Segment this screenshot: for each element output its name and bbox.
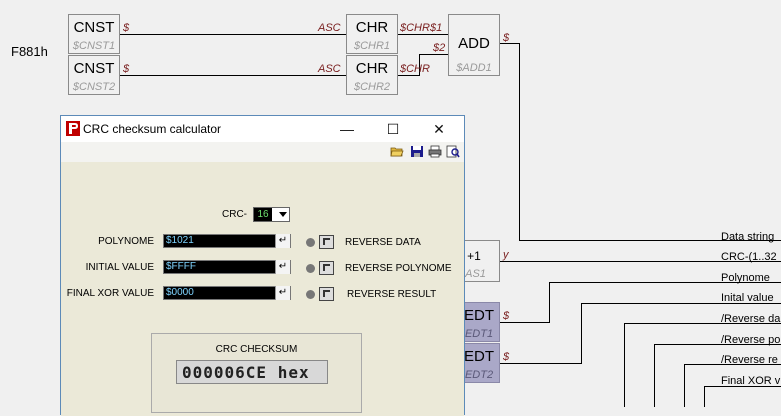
- close-button[interactable]: ✕: [416, 116, 462, 142]
- block-name: EDT: [464, 348, 494, 365]
- input-label: CRC-(1..32: [721, 251, 777, 263]
- print-icon[interactable]: [428, 145, 442, 158]
- polynome-label: POLYNOME: [98, 236, 154, 247]
- crc-label: CRC-: [222, 209, 247, 220]
- port-label: $: [503, 351, 510, 363]
- block-instance: $ADD1: [456, 62, 492, 74]
- block-instance: EDT2: [464, 369, 494, 381]
- port-label: $: [503, 32, 510, 44]
- polynome-field[interactable]: $1021 ↵: [163, 234, 291, 248]
- enter-icon[interactable]: ↵: [275, 286, 290, 300]
- window-title: CRC checksum calculator: [83, 122, 222, 136]
- wire: [624, 323, 625, 407]
- final-xor-field[interactable]: $0000 ↵: [163, 286, 291, 300]
- block-name: CHR: [355, 19, 389, 36]
- toolbar: [61, 142, 464, 163]
- port-label: $CHR$1: [400, 22, 443, 34]
- port-label: $: [123, 22, 130, 34]
- input-label: /Reverse re: [721, 354, 778, 366]
- initial-value-label: INITIAL VALUE: [85, 262, 154, 273]
- wire: [398, 34, 448, 35]
- crc-width-select[interactable]: 16: [253, 207, 290, 222]
- port-label: ASC: [318, 63, 341, 75]
- reverse-result-checkbox[interactable]: [319, 287, 334, 301]
- maximize-button[interactable]: ☐: [370, 116, 416, 142]
- wire: [500, 322, 550, 323]
- reverse-polynome-label: REVERSE POLYNOME: [345, 263, 452, 274]
- block-name: ADD: [458, 35, 490, 52]
- block-instance: $CNST2: [72, 81, 116, 93]
- checksum-display: 000006CE hex: [176, 360, 328, 384]
- input-label: Data string: [721, 231, 775, 243]
- block-instance: $CHR2: [353, 81, 391, 93]
- chr2-block[interactable]: CHR $CHR2: [346, 55, 398, 95]
- crc-calculator-window[interactable]: CRC checksum calculator — ☐ ✕ CRC- 16 PO…: [60, 115, 465, 416]
- title-bar[interactable]: CRC checksum calculator — ☐ ✕: [61, 116, 464, 142]
- wire: [398, 75, 420, 76]
- maximize-icon: ☐: [386, 120, 400, 137]
- reverse-data-checkbox[interactable]: [319, 235, 334, 249]
- crc-width-value: 16: [254, 208, 272, 221]
- block-name: EDT: [464, 307, 494, 324]
- app-icon: [66, 121, 80, 136]
- wire: [704, 386, 705, 407]
- wire: [549, 282, 550, 323]
- wire: [500, 363, 582, 364]
- reverse-result-label: REVERSE RESULT: [347, 289, 437, 300]
- save-icon[interactable]: [410, 145, 424, 158]
- block-instance: $CNST1: [72, 40, 116, 52]
- input-label: /Reverse po: [721, 334, 781, 346]
- block-name: CNST: [73, 19, 115, 36]
- led-indicator: [306, 290, 315, 299]
- enter-icon[interactable]: ↵: [275, 260, 290, 274]
- canvas-title: F881h: [11, 44, 48, 59]
- input-label: Final XOR v: [721, 375, 781, 387]
- calculator-body: CRC- 16 POLYNOME $1021 ↵ REVERSE DATA IN…: [61, 162, 464, 416]
- close-icon: ✕: [433, 120, 445, 137]
- wire: [120, 34, 346, 35]
- initial-value-field[interactable]: $FFFF ↵: [163, 260, 291, 274]
- led-indicator: [306, 238, 315, 247]
- input-label: Inital value: [721, 292, 774, 304]
- add1-block[interactable]: ADD $ADD1: [448, 14, 500, 76]
- block-instance: EDT1: [464, 328, 494, 340]
- initial-value-value: $FFFF: [166, 261, 196, 272]
- led-indicator: [306, 264, 315, 273]
- print-preview-icon[interactable]: [446, 145, 460, 158]
- chevron-down-icon: [279, 212, 287, 217]
- wire: [519, 43, 520, 241]
- cnst1-block[interactable]: CNST $CNST1: [68, 14, 120, 54]
- final-xor-value: $0000: [166, 287, 194, 298]
- port-label: ASC: [318, 22, 341, 34]
- block-name: CNST: [73, 60, 115, 77]
- checksum-value: 000006CE hex: [182, 363, 310, 382]
- open-folder-icon[interactable]: [390, 145, 404, 158]
- port-label: $: [123, 63, 130, 75]
- wire: [684, 364, 685, 407]
- port-label: $: [503, 310, 510, 322]
- port-label: $2: [433, 42, 446, 54]
- port-label: $CHR: [400, 63, 430, 75]
- minimize-icon: —: [340, 121, 354, 137]
- reverse-polynome-checkbox[interactable]: [319, 261, 334, 275]
- chr1-block[interactable]: CHR $CHR1: [346, 14, 398, 54]
- port-label: y: [503, 249, 509, 261]
- polynome-value: $1021: [166, 235, 194, 246]
- final-xor-label: FINAL XOR VALUE: [66, 288, 154, 299]
- wire: [581, 303, 582, 364]
- cnst2-block[interactable]: CNST $CNST2: [68, 55, 120, 95]
- enter-icon[interactable]: ↵: [275, 234, 290, 248]
- reverse-data-label: REVERSE DATA: [345, 237, 421, 248]
- checksum-title: CRC CHECKSUM: [215, 344, 298, 355]
- wire: [654, 344, 655, 407]
- checksum-panel: CRC CHECKSUM 000006CE hex: [151, 333, 362, 413]
- input-label: /Reverse da: [721, 313, 781, 325]
- wire: [120, 75, 346, 76]
- block-instance: $CHR1: [353, 40, 391, 52]
- input-label: Polynome: [721, 272, 770, 284]
- wire: [419, 54, 448, 55]
- minimize-button[interactable]: —: [324, 116, 370, 142]
- block-name: CHR: [355, 60, 389, 77]
